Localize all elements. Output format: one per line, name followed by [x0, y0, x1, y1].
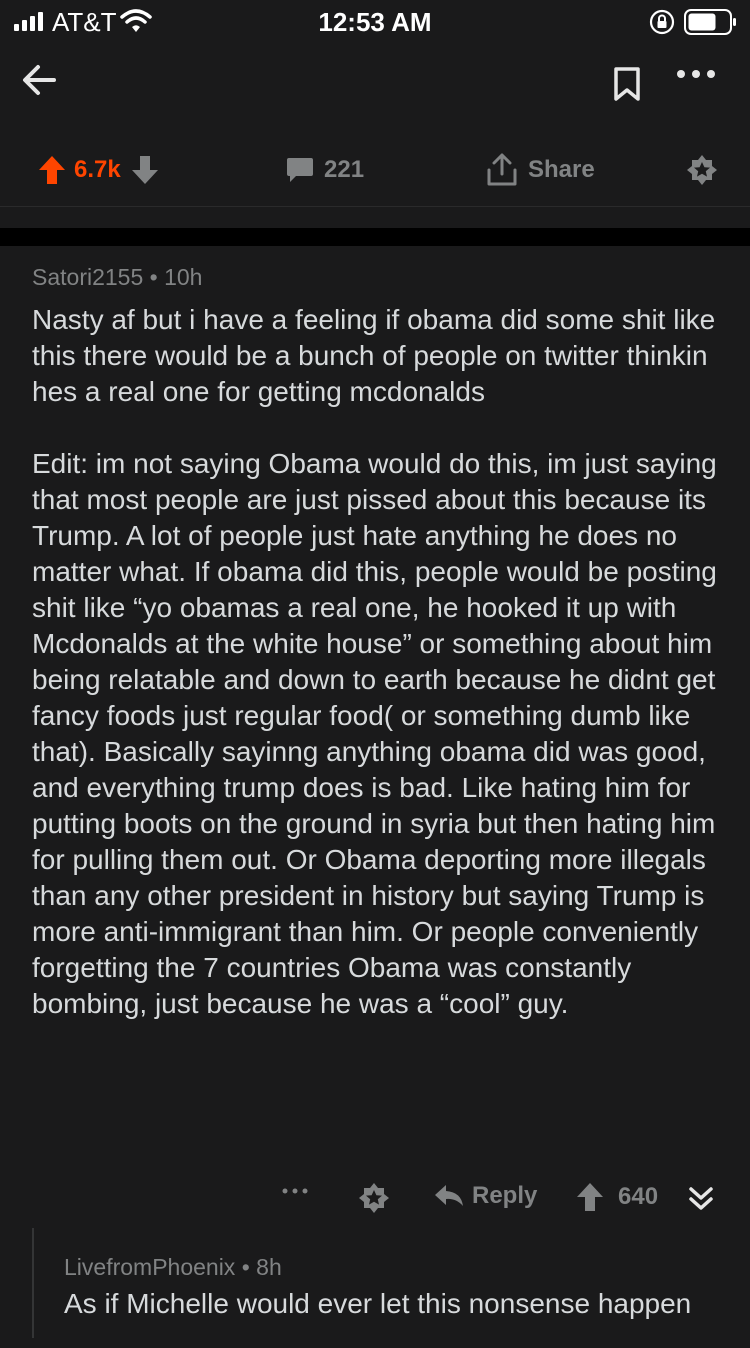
collapse-thread-button[interactable] [686, 1184, 716, 1214]
bookmark-icon[interactable] [612, 66, 642, 102]
reply-comment: LivefromPhoenix • 8h As if Michelle woul… [32, 1228, 750, 1348]
more-options-icon [282, 1188, 308, 1194]
comment-count: 221 [324, 156, 365, 183]
award-icon [687, 155, 717, 185]
post-upvote-count: 6.7k [74, 156, 121, 183]
comment-award-button[interactable] [358, 1182, 390, 1214]
orientation-lock-icon [649, 9, 675, 35]
comment-more-button[interactable] [282, 1186, 308, 1196]
clock: 12:53 AM [318, 7, 432, 37]
chevron-double-down-icon [689, 1187, 713, 1210]
comment-bubble-icon [287, 158, 313, 182]
reply-label: Reply [472, 1182, 538, 1209]
share-label: Share [528, 156, 595, 183]
meta-separator: • [241, 1254, 257, 1280]
top-nav-bar [0, 44, 750, 124]
share-button[interactable]: Share [486, 153, 595, 186]
comment-age: 10h [164, 264, 203, 290]
comment: Satori2155 • 10h Nasty af but i have a f… [32, 264, 722, 1058]
reply-age: 8h [256, 1254, 282, 1280]
more-options-icon[interactable] [676, 68, 716, 80]
comment-author[interactable]: Satori2155 [32, 264, 143, 290]
status-bar: AT&T 12:53 AM [0, 0, 750, 44]
comment-paragraph: Edit: im not saying Obama would do this,… [32, 448, 717, 1019]
comment-score: 640 [618, 1183, 659, 1210]
thread-indent-line[interactable] [32, 1228, 34, 1338]
section-divider [0, 228, 750, 246]
comment-vote-group: 640 [576, 1182, 658, 1212]
upvote-arrow-icon[interactable] [38, 155, 66, 185]
comment-meta: Satori2155 • 10h [32, 264, 722, 298]
reply-text: As if Michelle would ever let this nonse… [64, 1288, 692, 1319]
vote-group: 6.7k [38, 154, 159, 186]
post-action-bar: 6.7k 221 Share [0, 140, 750, 200]
comment-paragraph: Nasty af but i have a feeling if obama d… [32, 304, 716, 407]
reply-author[interactable]: LivefromPhoenix [64, 1254, 235, 1280]
battery-icon [684, 9, 736, 35]
back-arrow-icon[interactable] [20, 60, 60, 100]
downvote-arrow-icon[interactable] [131, 155, 159, 185]
give-award-button[interactable] [686, 154, 718, 186]
comments-button[interactable]: 221 [286, 154, 364, 186]
divider [0, 206, 750, 207]
meta-separator: • [149, 264, 165, 290]
reply-button[interactable]: Reply [434, 1182, 537, 1210]
reply-meta: LivefromPhoenix • 8h [64, 1254, 282, 1281]
reply-arrow-icon [435, 1185, 463, 1206]
comment-action-bar: Reply 640 [0, 1168, 750, 1228]
upvote-arrow-icon[interactable] [576, 1182, 604, 1212]
award-icon [359, 1183, 389, 1213]
share-icon [487, 153, 517, 186]
